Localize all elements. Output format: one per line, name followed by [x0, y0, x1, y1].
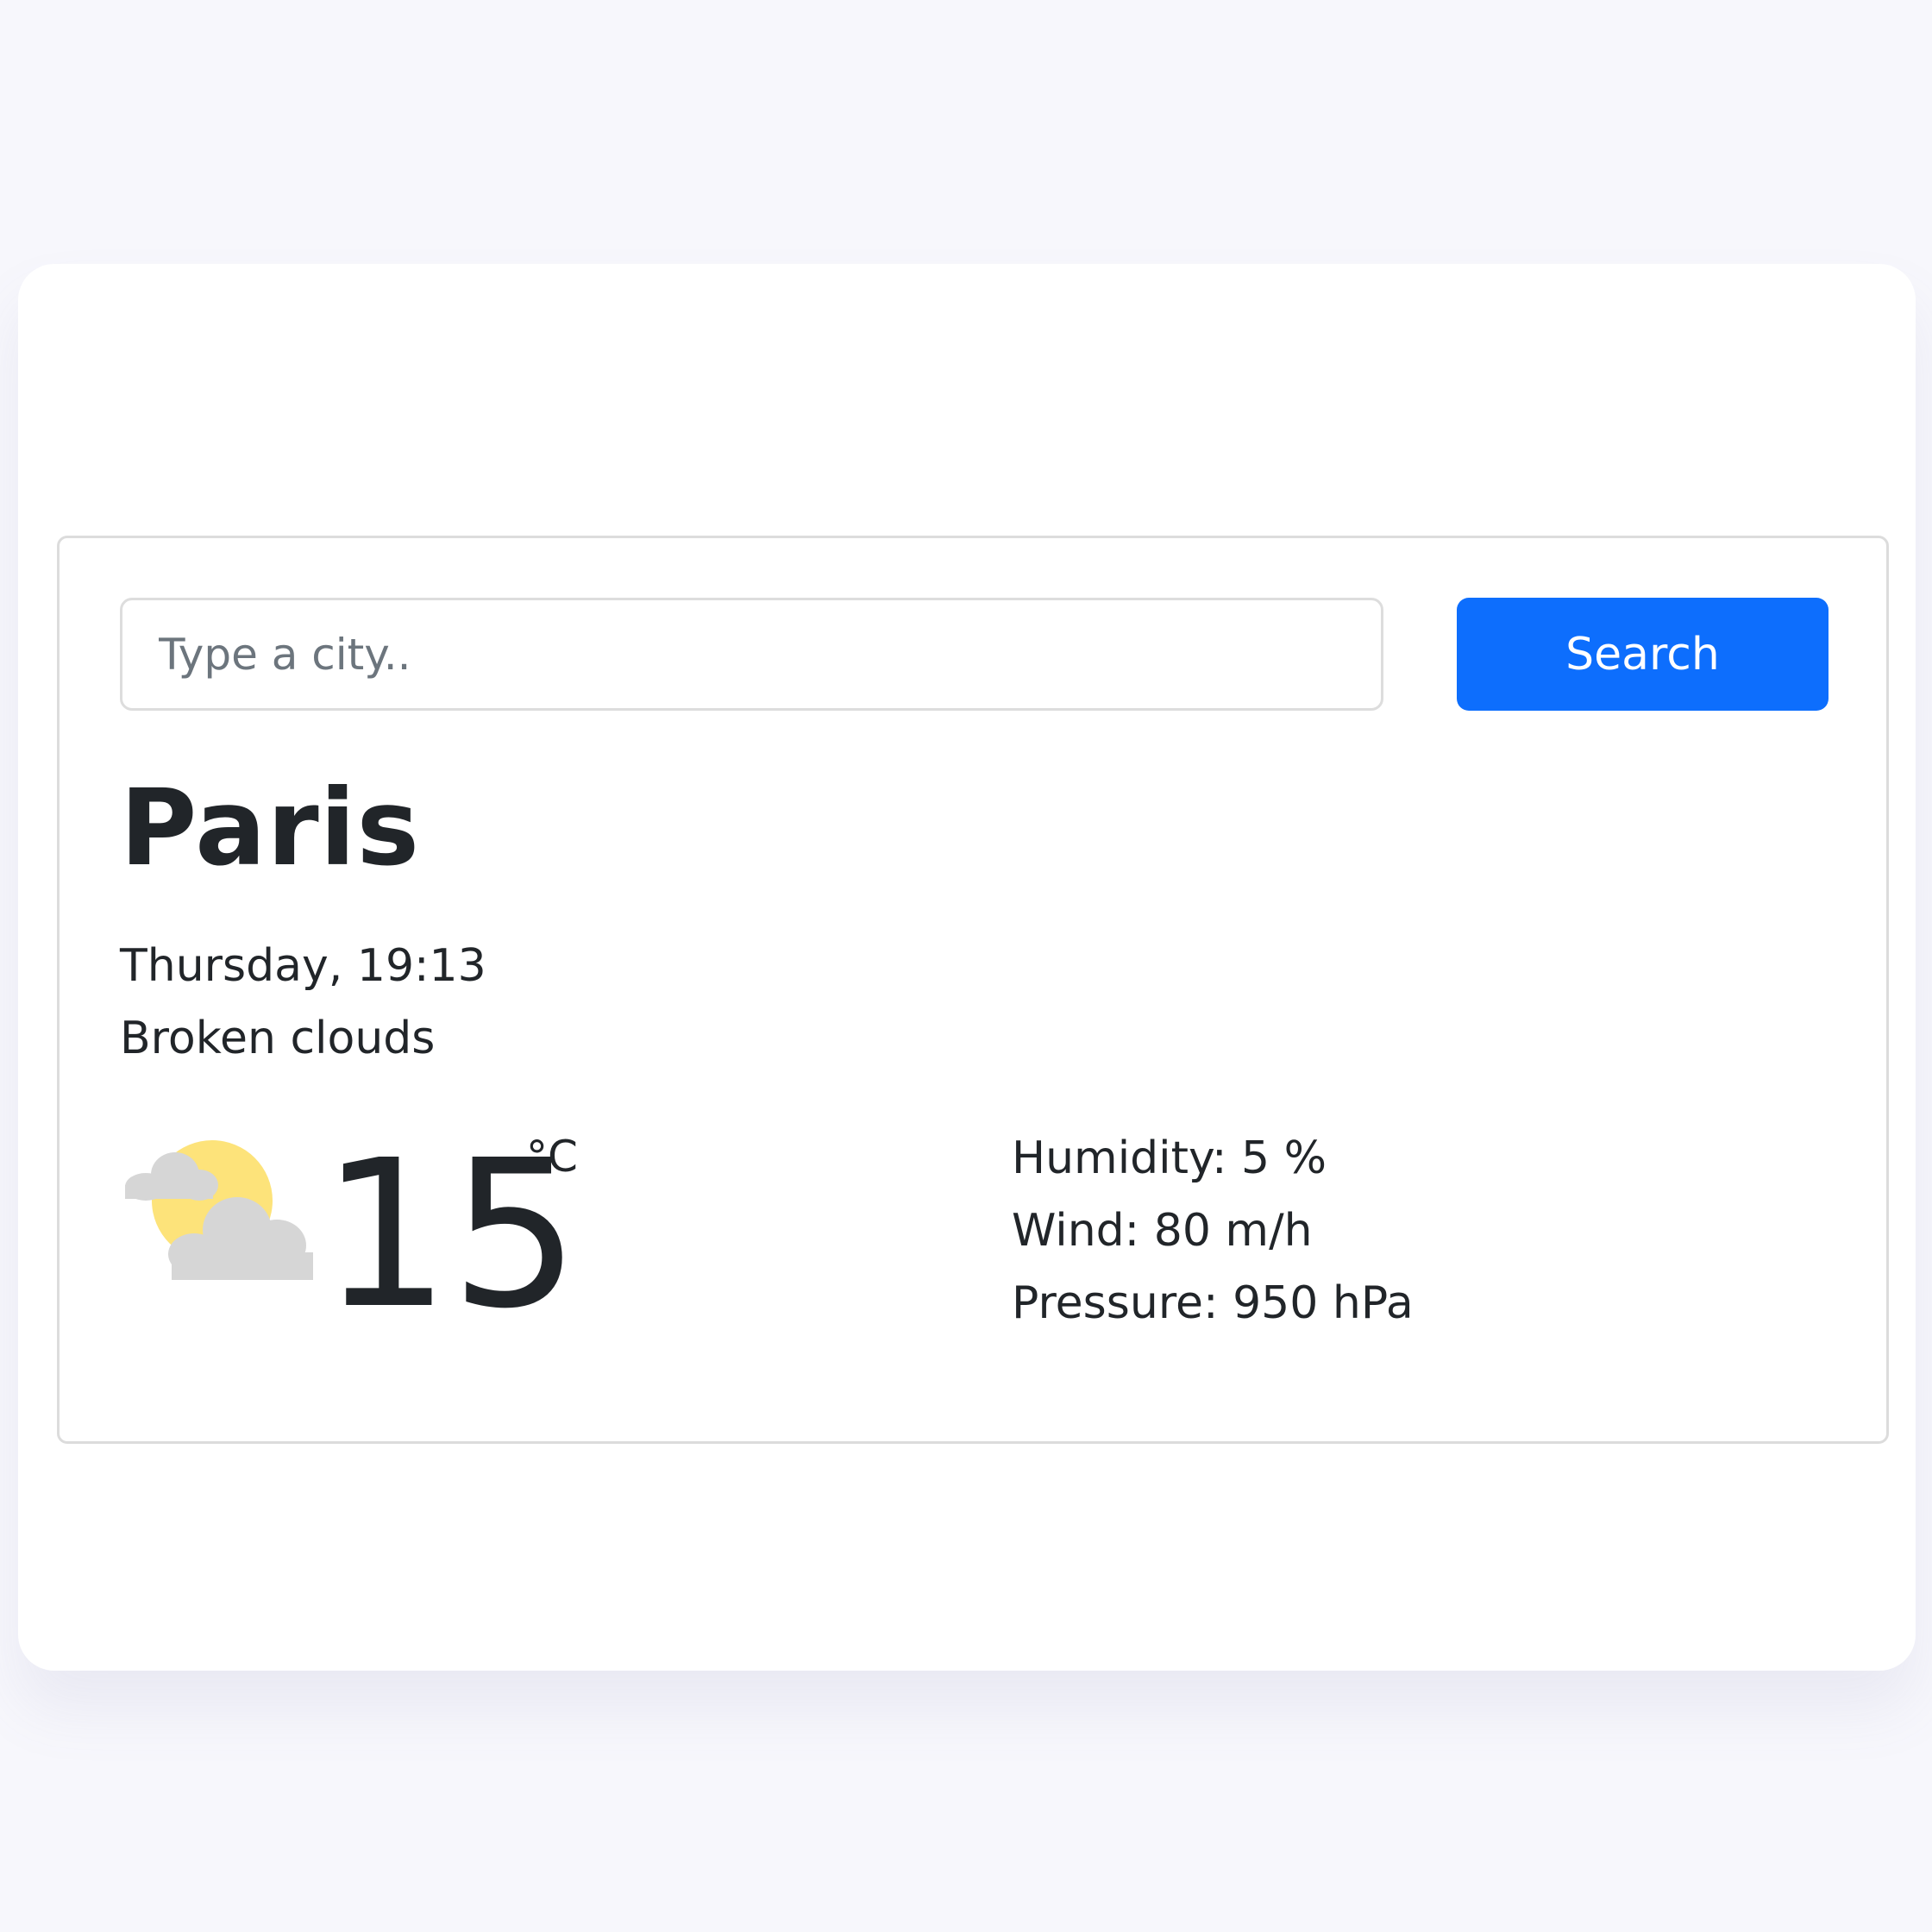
city-search-input[interactable]: [120, 598, 1383, 711]
date-time: Thursday, 19:13: [120, 940, 486, 992]
weather-description: Broken clouds: [120, 1013, 436, 1064]
wind-stat: Wind: 80 m/h: [1012, 1205, 1313, 1257]
partly-cloudy-icon: [125, 1140, 313, 1280]
city-name: Paris: [120, 767, 421, 889]
search-button[interactable]: Search: [1457, 598, 1828, 711]
pressure-stat: Pressure: 950 hPa: [1012, 1277, 1414, 1329]
humidity-stat: Humidity: 5 %: [1012, 1132, 1327, 1184]
temperature-unit: °C: [526, 1132, 578, 1182]
